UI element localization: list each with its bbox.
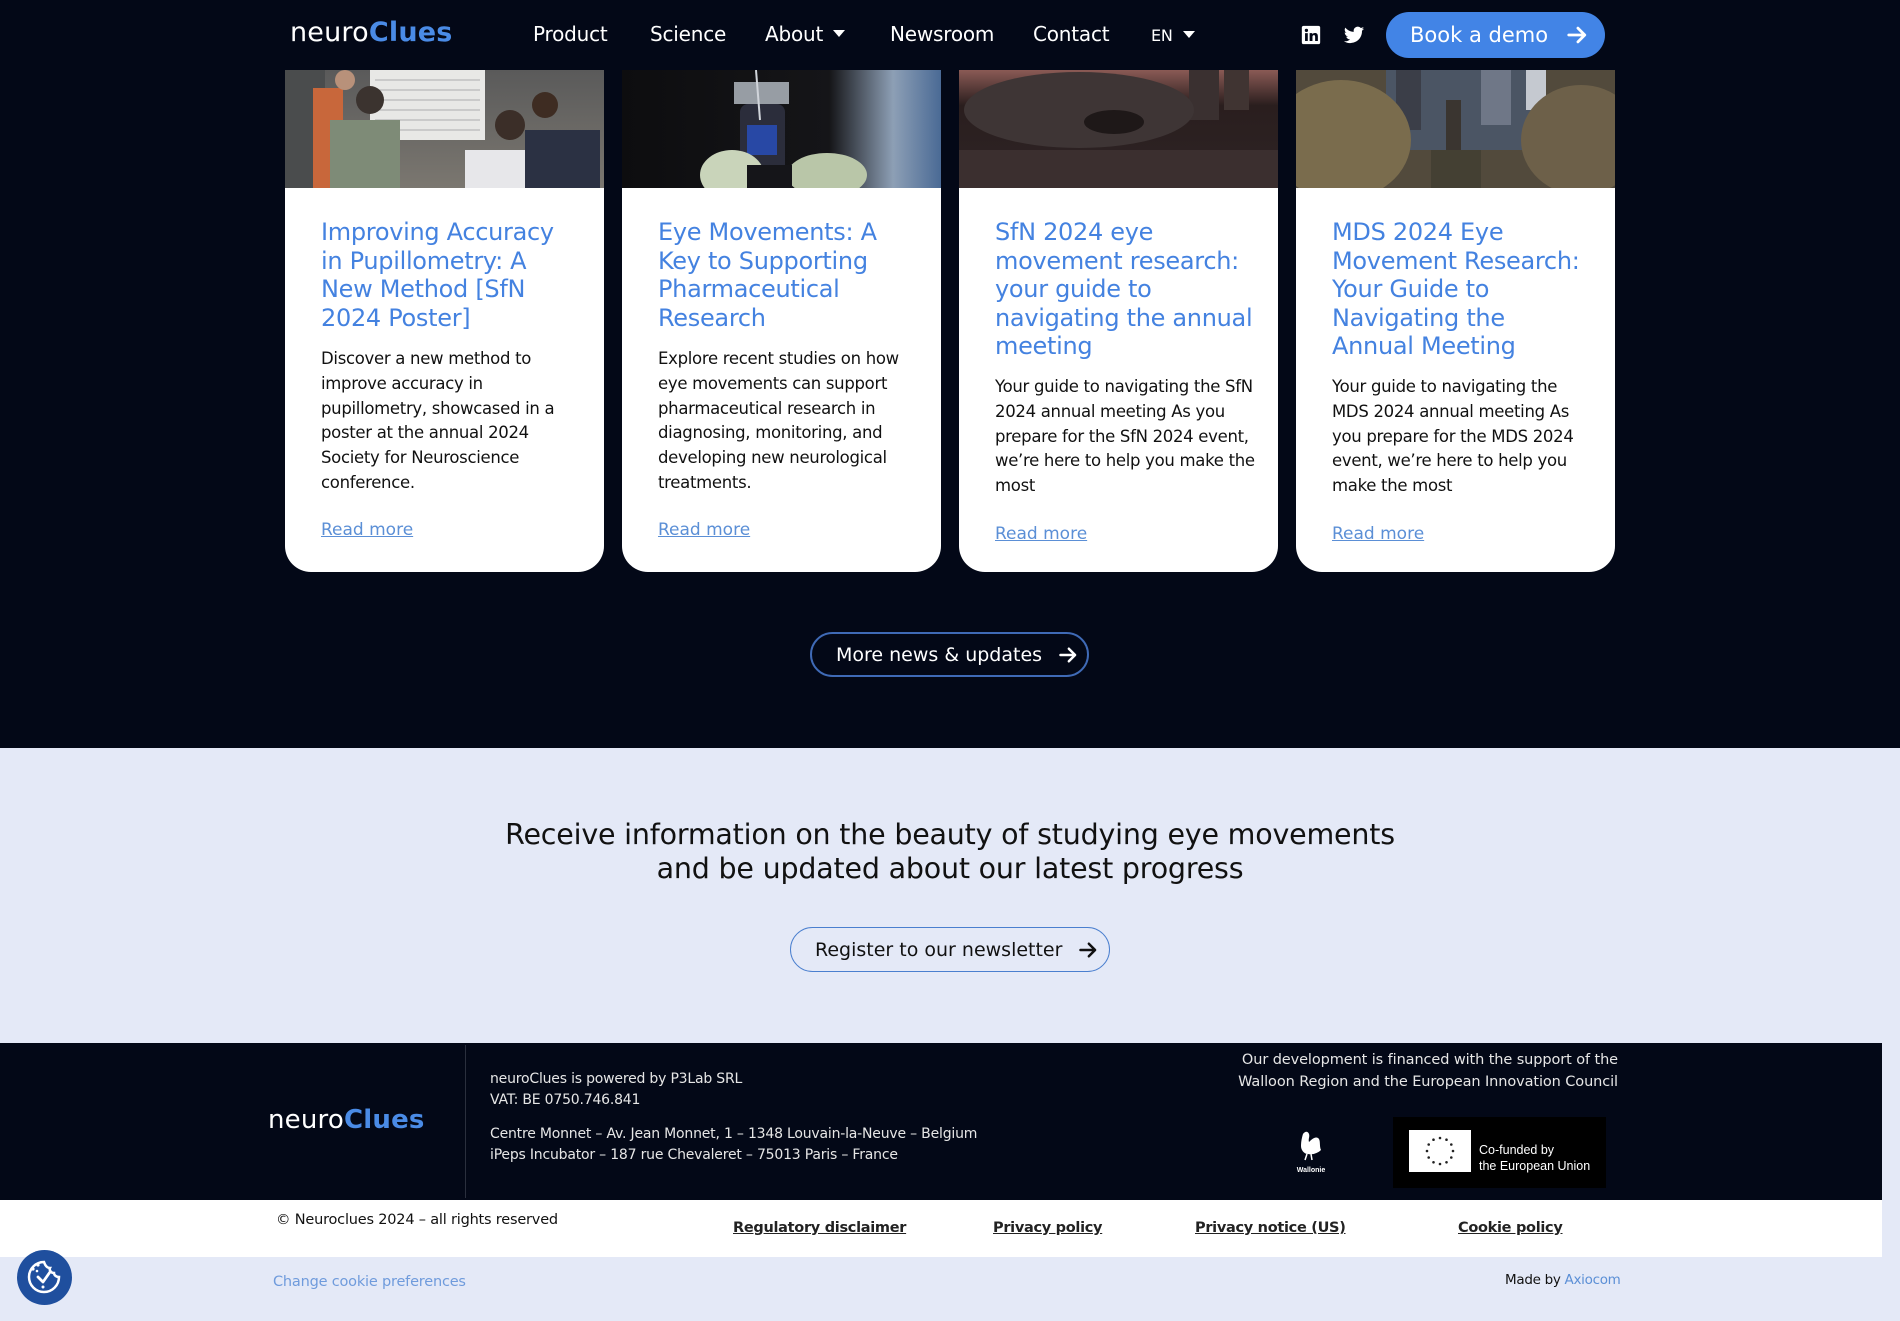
funding-statement: Our development is financed with the sup… bbox=[1180, 1050, 1618, 1093]
footer-legal-bar bbox=[0, 1200, 1882, 1257]
cookie-settings-button[interactable] bbox=[17, 1250, 72, 1305]
read-more-link[interactable]: Read more bbox=[321, 520, 413, 540]
card-description: Your guide to navigating the SfN 2024 an… bbox=[995, 377, 1255, 496]
made-by-credit: Made by Axiocom bbox=[1505, 1272, 1621, 1288]
nav-item-about[interactable]: About bbox=[765, 22, 846, 46]
eu-funding-badge: Co-funded by the European Union bbox=[1393, 1117, 1606, 1188]
more-news-button[interactable]: More news & updates bbox=[810, 632, 1089, 677]
logo-text-clues: Clues bbox=[343, 1105, 425, 1135]
nav-item-contact[interactable]: Contact bbox=[1033, 22, 1110, 46]
privacy-policy-link[interactable]: Privacy policy bbox=[993, 1220, 1103, 1236]
company-line: neuroClues is powered by P3Lab SRL bbox=[490, 1071, 743, 1087]
chevron-down-icon bbox=[1182, 31, 1195, 38]
footer-divider bbox=[465, 1045, 466, 1198]
card-description: Discover a new method to improve accurac… bbox=[321, 349, 555, 492]
newsletter-heading-line: Receive information on the beauty of stu… bbox=[505, 818, 1395, 851]
nav-label: Science bbox=[650, 22, 727, 46]
made-by-prefix: Made by bbox=[1505, 1272, 1561, 1288]
book-demo-label: Book a demo bbox=[1410, 23, 1549, 47]
nav-item-product[interactable]: Product bbox=[533, 22, 608, 46]
newsletter-heading: Receive information on the beauty of stu… bbox=[450, 818, 1450, 886]
company-info: neuroClues is powered by P3Lab SRL VAT: … bbox=[490, 1069, 742, 1111]
eu-flag-icon bbox=[1409, 1130, 1471, 1172]
eu-cofunded-text: Co-funded by the European Union bbox=[1479, 1142, 1590, 1174]
nav-label: Product bbox=[533, 22, 608, 46]
register-newsletter-label: Register to our newsletter bbox=[815, 938, 1063, 961]
footer-logo[interactable]: neuroClues bbox=[268, 1105, 425, 1135]
read-more-link[interactable]: Read more bbox=[1332, 524, 1424, 544]
card-title[interactable]: MDS 2024 Eye Movement Research: Your Gui… bbox=[1332, 218, 1592, 361]
read-more-link[interactable]: Read more bbox=[658, 520, 750, 540]
logo-text-neuro: neuro bbox=[268, 1105, 344, 1135]
book-demo-button[interactable]: Book a demo bbox=[1386, 12, 1605, 58]
wallonie-logo: Wallonie bbox=[1291, 1130, 1331, 1174]
address-line: Centre Monnet – Av. Jean Monnet, 1 – 134… bbox=[490, 1126, 978, 1142]
nav-label: Newsroom bbox=[890, 22, 995, 46]
poster-session-photo[interactable] bbox=[285, 70, 604, 188]
address-line: iPeps Incubator – 187 rue Chevaleret – 7… bbox=[490, 1147, 898, 1163]
news-card: Eye Movements: A Key to Supporting Pharm… bbox=[622, 70, 941, 572]
news-card: Improving Accuracy in Pupillometry: A Ne… bbox=[285, 70, 604, 572]
funding-line: Walloon Region and the European Innovati… bbox=[1238, 1073, 1618, 1090]
arrow-right-icon bbox=[1059, 647, 1077, 662]
twitter-icon[interactable] bbox=[1343, 24, 1365, 46]
linkedin-icon[interactable] bbox=[1300, 24, 1322, 46]
logo-text-neuro: neuro bbox=[290, 17, 369, 48]
wallonie-label: Wallonie bbox=[1296, 1167, 1326, 1174]
privacy-notice-us-link[interactable]: Privacy notice (US) bbox=[1195, 1220, 1346, 1236]
nav-item-newsroom[interactable]: Newsroom bbox=[890, 22, 994, 46]
arrow-right-icon bbox=[1079, 942, 1097, 957]
language-selector[interactable]: EN bbox=[1151, 26, 1195, 45]
card-description: Your guide to navigating the MDS 2024 an… bbox=[1332, 377, 1574, 496]
nav-label: Contact bbox=[1033, 22, 1110, 46]
more-news-label: More news & updates bbox=[836, 643, 1043, 666]
read-more-link[interactable]: Read more bbox=[995, 524, 1087, 544]
vial-photo[interactable] bbox=[622, 70, 941, 188]
funding-line: Our development is financed with the sup… bbox=[1241, 1052, 1618, 1068]
card-title[interactable]: Eye Movements: A Key to Supporting Pharm… bbox=[658, 218, 918, 332]
cookie-check-icon bbox=[27, 1260, 61, 1294]
cookie-policy-link[interactable]: Cookie policy bbox=[1458, 1220, 1563, 1236]
change-cookie-preferences-link[interactable]: Change cookie preferences bbox=[273, 1274, 466, 1290]
regulatory-disclaimer-link[interactable]: Regulatory disclaimer bbox=[733, 1220, 906, 1236]
vat-number: VAT: BE 0750.746.841 bbox=[490, 1092, 641, 1108]
card-title[interactable]: Improving Accuracy in Pupillometry: A Ne… bbox=[321, 218, 581, 332]
chevron-down-icon bbox=[833, 30, 846, 37]
language-label: EN bbox=[1151, 26, 1173, 45]
agency-link[interactable]: Axiocom bbox=[1565, 1272, 1621, 1288]
nav-item-science[interactable]: Science bbox=[650, 22, 726, 46]
news-card: SfN 2024 eye movement research: your gui… bbox=[959, 70, 1278, 572]
top-navigation: neuroClues Product Science About Newsroo… bbox=[0, 0, 1900, 70]
brand-logo[interactable]: neuroClues bbox=[290, 17, 453, 48]
card-description: Explore recent studies on how eye moveme… bbox=[658, 349, 899, 492]
rooster-icon bbox=[1301, 1131, 1321, 1161]
addresses: Centre Monnet – Av. Jean Monnet, 1 – 134… bbox=[490, 1124, 977, 1166]
arrow-right-icon bbox=[1567, 26, 1587, 44]
eu-line: the European Union bbox=[1479, 1159, 1591, 1173]
copyright-text: © Neuroclues 2024 – all rights reserved bbox=[276, 1212, 558, 1228]
newsletter-heading-line: and be updated about our latest progress bbox=[656, 852, 1244, 885]
nav-label: About bbox=[765, 22, 824, 46]
chicago-bean-photo[interactable] bbox=[959, 70, 1278, 188]
card-title[interactable]: SfN 2024 eye movement research: your gui… bbox=[995, 218, 1255, 361]
eu-line: Co-funded by bbox=[1479, 1143, 1555, 1157]
news-card: MDS 2024 Eye Movement Research: Your Gui… bbox=[1296, 70, 1615, 572]
register-newsletter-button[interactable]: Register to our newsletter bbox=[790, 927, 1110, 972]
philadelphia-parkway-photo[interactable] bbox=[1296, 70, 1615, 188]
logo-text-clues: Clues bbox=[368, 17, 453, 48]
